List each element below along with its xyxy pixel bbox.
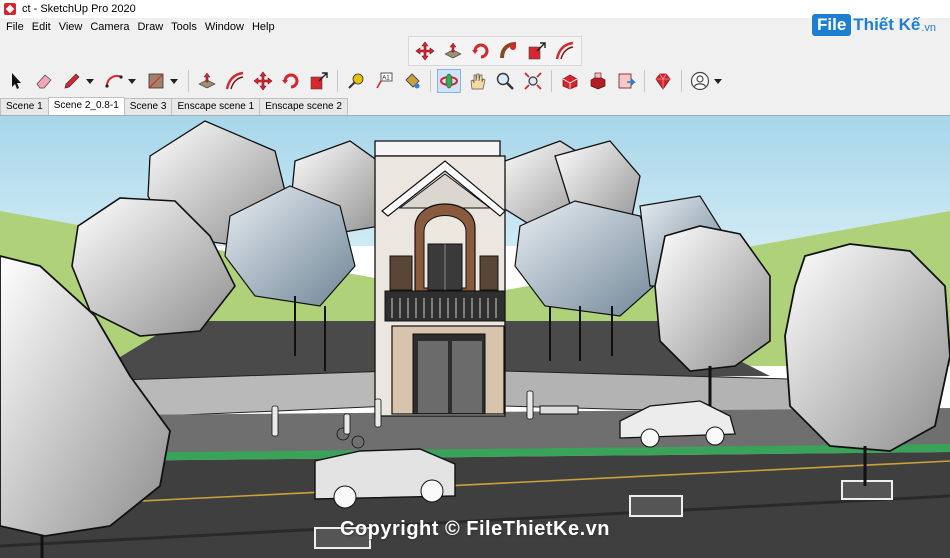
scale-icon[interactable]	[525, 39, 549, 63]
pencil-dropdown-caret[interactable]	[86, 78, 94, 84]
arc-dropdown-caret[interactable]	[128, 78, 136, 84]
menu-help[interactable]: Help	[248, 21, 279, 33]
tab-scene-2[interactable]: Scene 2_0.8-1	[47, 97, 125, 115]
push-pull-icon[interactable]	[441, 39, 465, 63]
townhouse	[374, 140, 506, 417]
rotate-icon[interactable]	[279, 69, 303, 93]
tab-enscape-scene-1[interactable]: Enscape scene 1	[171, 98, 261, 115]
user-icon[interactable]	[688, 69, 712, 93]
menu-bar: File Edit View Camera Draw Tools Window …	[0, 18, 800, 36]
offset-icon[interactable]	[553, 39, 577, 63]
arc-icon[interactable]	[102, 69, 126, 93]
logo-tld-text: .vn	[921, 22, 937, 34]
ruby-icon[interactable]	[651, 69, 675, 93]
tab-scene-1[interactable]: Scene 1	[0, 98, 49, 115]
menu-file[interactable]: File	[2, 21, 28, 33]
menu-draw[interactable]: Draw	[133, 21, 167, 33]
select-icon[interactable]	[4, 69, 28, 93]
orbit-icon[interactable]	[437, 69, 461, 93]
toolbar-separator	[644, 70, 645, 92]
main-toolbar: A1	[4, 66, 726, 96]
scene-render	[0, 116, 950, 558]
rectangle-dropdown-caret[interactable]	[170, 78, 178, 84]
3d-warehouse-icon[interactable]	[558, 69, 582, 93]
pan-icon[interactable]	[465, 69, 489, 93]
paint-bucket-icon[interactable]	[400, 69, 424, 93]
push-pull-icon[interactable]	[195, 69, 219, 93]
layout-icon[interactable]	[614, 69, 638, 93]
toolbar-separator	[430, 70, 431, 92]
toolbar-separator	[551, 70, 552, 92]
follow-me-icon[interactable]	[497, 39, 521, 63]
edit-toolbar	[408, 36, 582, 66]
menu-camera[interactable]: Camera	[86, 21, 133, 33]
rectangle-icon[interactable]	[144, 69, 168, 93]
menu-edit[interactable]: Edit	[28, 21, 55, 33]
window-title: ct - SketchUp Pro 2020	[22, 3, 136, 15]
user-dropdown-caret[interactable]	[714, 78, 722, 84]
sketchup-app-icon	[4, 3, 16, 15]
logo-file-text: File	[812, 14, 852, 36]
move-icon[interactable]	[251, 69, 275, 93]
svg-text:A1: A1	[382, 76, 390, 82]
tab-scene-3[interactable]: Scene 3	[123, 98, 173, 115]
text-icon[interactable]: A1	[372, 69, 396, 93]
menu-view[interactable]: View	[55, 21, 87, 33]
toolbar-separator	[681, 70, 682, 92]
zoom-extents-icon[interactable]	[521, 69, 545, 93]
eraser-icon[interactable]	[32, 69, 56, 93]
toolbar-separator	[188, 70, 189, 92]
scene-tabs: Scene 1 Scene 2_0.8-1 Scene 3 Enscape sc…	[0, 97, 950, 115]
tape-measure-icon[interactable]	[344, 69, 368, 93]
zoom-icon[interactable]	[493, 69, 517, 93]
scale-icon[interactable]	[307, 69, 331, 93]
copyright-watermark: Copyright © FileThietKe.vn	[340, 518, 610, 540]
title-bar: ct - SketchUp Pro 2020	[0, 0, 950, 18]
move-icon[interactable]	[413, 39, 437, 63]
pencil-icon[interactable]	[60, 69, 84, 93]
toolbar-separator	[337, 70, 338, 92]
logo-name-text: Thiết Kế	[853, 15, 921, 34]
brand-logo: File Thiết Kế .vn	[812, 10, 936, 40]
rotate-icon[interactable]	[469, 39, 493, 63]
menu-tools[interactable]: Tools	[167, 21, 201, 33]
offset-icon[interactable]	[223, 69, 247, 93]
extension-warehouse-icon[interactable]	[586, 69, 610, 93]
menu-window[interactable]: Window	[201, 21, 248, 33]
tab-enscape-scene-2[interactable]: Enscape scene 2	[259, 98, 348, 115]
model-viewport[interactable]	[0, 115, 950, 558]
